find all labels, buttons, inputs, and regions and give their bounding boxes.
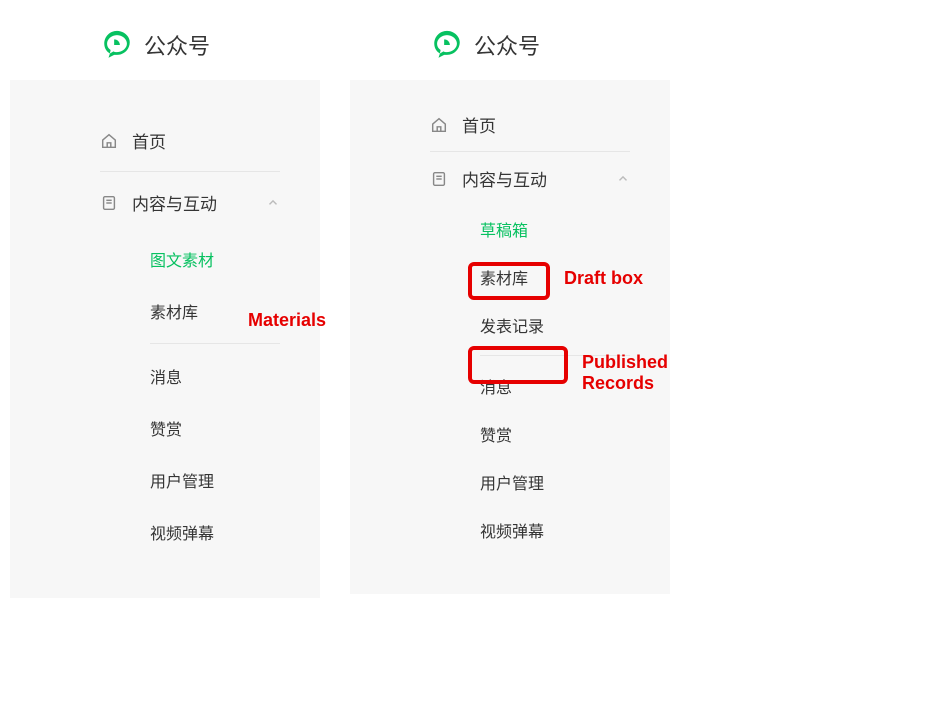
document-icon [430, 170, 448, 188]
home-icon [100, 132, 118, 150]
left-panel: 公众号 首页 内容与互动 图文素材 素材库 消息 [10, 10, 320, 598]
wechat-logo-icon [430, 28, 464, 62]
document-icon [100, 194, 118, 212]
subitem-messages-label: 消息 [150, 370, 182, 387]
menu-home-right[interactable]: 首页 [350, 98, 670, 151]
menu-content[interactable]: 内容与互动 [10, 172, 320, 233]
subitem-messages-right[interactable]: 消息 [350, 362, 670, 410]
subitem-user-mgmt-right[interactable]: 用户管理 [350, 458, 670, 506]
chevron-up-icon [266, 196, 280, 210]
subitem-drafts[interactable]: 草稿箱 [350, 205, 670, 253]
menu-home[interactable]: 首页 [10, 110, 320, 171]
sub-divider [480, 355, 630, 356]
subitem-library-label: 素材库 [150, 305, 198, 322]
menu-content-label: 内容与互动 [132, 190, 217, 215]
brand-header-right: 公众号 [350, 10, 670, 80]
subitem-user-mgmt-label: 用户管理 [150, 474, 214, 491]
menu-content-right[interactable]: 内容与互动 [350, 152, 670, 205]
chevron-up-icon [616, 172, 630, 186]
subitem-video-barrage-right-label: 视频弹幕 [480, 524, 544, 541]
home-icon [430, 116, 448, 134]
sidebar-right: 首页 内容与互动 草稿箱 素材库 发表记录 消息 赞赏 [350, 80, 670, 594]
brand-text-right: 公众号 [474, 29, 540, 61]
brand-text: 公众号 [144, 29, 210, 61]
subitem-video-barrage[interactable]: 视频弹幕 [10, 506, 320, 558]
subitem-messages[interactable]: 消息 [10, 350, 320, 402]
subitem-library-right-label: 素材库 [480, 271, 528, 288]
subitem-user-mgmt[interactable]: 用户管理 [10, 454, 320, 506]
subitem-appreciation-right-label: 赞赏 [480, 428, 512, 445]
subitem-user-mgmt-right-label: 用户管理 [480, 476, 544, 493]
subitem-video-barrage-right[interactable]: 视频弹幕 [350, 506, 670, 554]
sidebar-left: 首页 内容与互动 图文素材 素材库 消息 赞赏 用户管理 [10, 80, 320, 598]
subitem-materials[interactable]: 图文素材 [10, 233, 320, 285]
menu-content-right-label: 内容与互动 [462, 166, 547, 191]
subitem-library-right[interactable]: 素材库 [350, 253, 670, 301]
subitem-materials-label: 图文素材 [150, 253, 214, 270]
wechat-logo-icon [100, 28, 134, 62]
brand-header: 公众号 [10, 10, 320, 80]
right-panel: 公众号 首页 内容与互动 草稿箱 素材库 发表记录 [350, 10, 670, 598]
sub-divider [150, 343, 280, 344]
subitem-messages-right-label: 消息 [480, 380, 512, 397]
menu-home-right-label: 首页 [462, 112, 496, 137]
subitem-video-barrage-label: 视频弹幕 [150, 526, 214, 543]
subitem-publish-records[interactable]: 发表记录 [350, 301, 670, 349]
subitem-appreciation-right[interactable]: 赞赏 [350, 410, 670, 458]
subitem-drafts-label: 草稿箱 [480, 223, 528, 240]
subitem-appreciation[interactable]: 赞赏 [10, 402, 320, 454]
subitem-appreciation-label: 赞赏 [150, 422, 182, 439]
subitem-publish-records-label: 发表记录 [480, 319, 544, 336]
menu-home-label: 首页 [132, 128, 166, 153]
subitem-library[interactable]: 素材库 [10, 285, 320, 337]
